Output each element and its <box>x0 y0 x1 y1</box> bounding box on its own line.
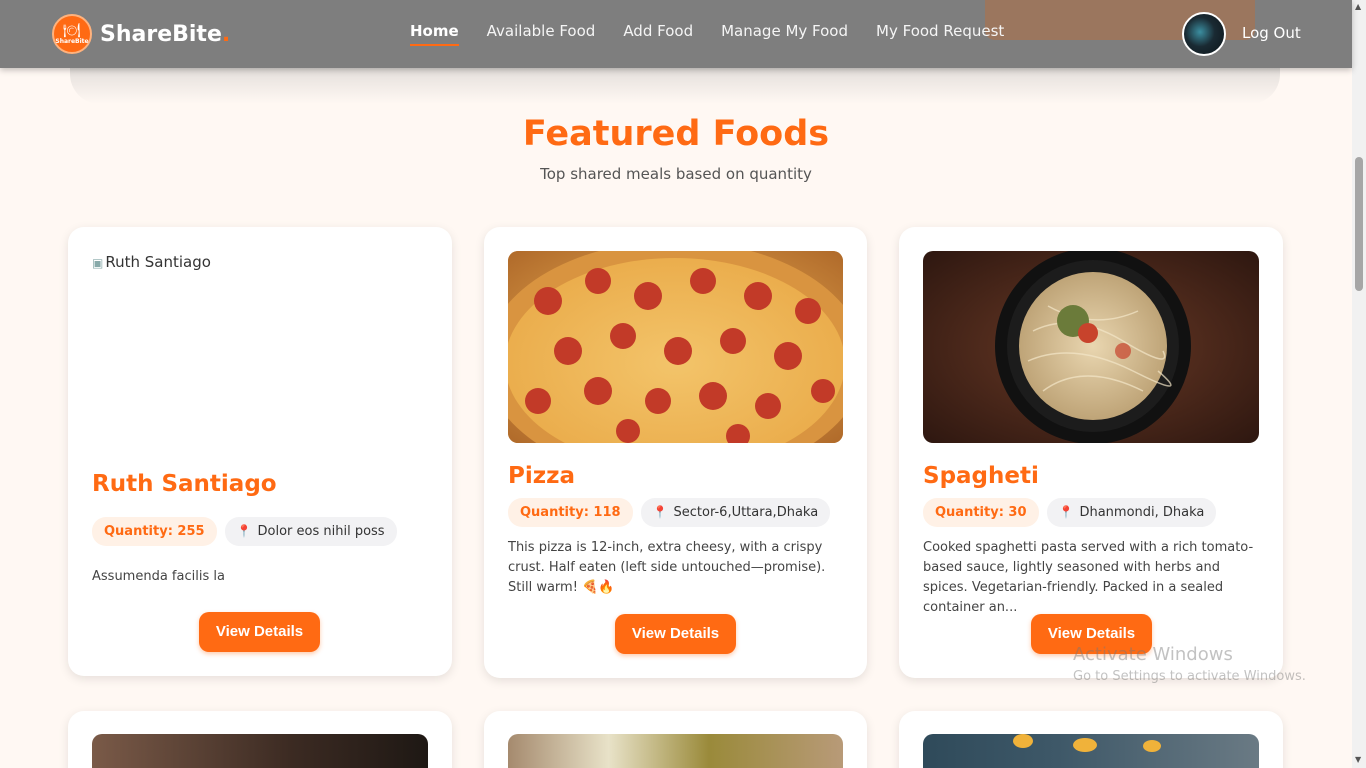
quantity-badge: Quantity: 30 <box>923 498 1039 527</box>
scroll-down-icon[interactable]: ▼ <box>1355 756 1363 764</box>
quantity-badge: Quantity: 255 <box>92 517 217 546</box>
pin-icon: 📍 <box>1058 505 1074 519</box>
card-badges: Quantity: 118 📍 Sector-6,Uttara,Dhaka <box>508 498 831 527</box>
food-image <box>92 734 428 768</box>
nav-add-food[interactable]: Add Food <box>623 22 693 46</box>
food-card: Pizza Quantity: 118 📍 Sector-6,Uttara,Dha… <box>484 227 867 678</box>
food-card: Spagheti Quantity: 30 📍 Dhanmondi, Dhaka … <box>899 227 1283 678</box>
section-title: Featured Foods <box>522 114 830 154</box>
nav-my-food-request[interactable]: My Food Request <box>876 22 1004 46</box>
section-subtitle: Top shared meals based on quantity <box>540 165 812 183</box>
nav-links: Home Available Food Add Food Manage My F… <box>410 22 1032 46</box>
location-text: Sector-6,Uttara,Dhaka <box>673 505 819 520</box>
food-image-spagheti <box>923 251 1259 443</box>
location-text: Dhanmondi, Dhaka <box>1079 505 1205 520</box>
pin-icon: 📍 <box>236 524 252 538</box>
scroll-up-icon[interactable]: ▲ <box>1355 3 1363 11</box>
food-card: ▣ Ruth Santiago Ruth Santiago Quantity: 2… <box>68 227 452 676</box>
food-card <box>68 711 452 768</box>
card-title: Spagheti <box>923 463 1039 489</box>
location-badge: 📍 Dolor eos nihil poss <box>224 517 397 546</box>
image-alt-text: Ruth Santiago <box>105 253 211 271</box>
nav-manage-my-food[interactable]: Manage My Food <box>721 22 848 46</box>
food-image <box>508 734 843 768</box>
location-text: Dolor eos nihil poss <box>257 524 385 539</box>
food-image-pizza <box>508 251 843 443</box>
hero-shadow <box>70 68 1280 104</box>
brand-name: ShareBite <box>100 21 222 47</box>
navbar: 🍽 ShareBite ShareBite . Home Available F… <box>0 0 1352 68</box>
pin-icon: 📍 <box>652 505 668 519</box>
card-description: This pizza is 12-inch, extra cheesy, wit… <box>508 540 826 595</box>
food-card <box>899 711 1283 768</box>
nav-home[interactable]: Home <box>410 22 459 46</box>
logo-text: ShareBite <box>55 37 89 45</box>
brand-logo-icon: 🍽 ShareBite <box>52 14 92 54</box>
logout-button[interactable]: Log Out <box>1242 24 1301 42</box>
brand-dot: . <box>221 21 231 47</box>
card-title: Pizza <box>508 463 576 489</box>
card-badges: Quantity: 30 📍 Dhanmondi, Dhaka <box>923 498 1217 527</box>
card-description: Assumenda facilis la <box>92 569 225 584</box>
user-avatar[interactable] <box>1182 12 1226 56</box>
location-badge: 📍 Dhanmondi, Dhaka <box>1046 498 1217 527</box>
vertical-scrollbar[interactable]: ▲ ▼ <box>1352 0 1366 768</box>
quantity-badge: Quantity: 118 <box>508 498 633 527</box>
activate-windows-subtitle: Go to Settings to activate Windows. <box>1073 669 1306 684</box>
location-badge: 📍 Sector-6,Uttara,Dhaka <box>640 498 831 527</box>
food-card <box>484 711 867 768</box>
broken-image: ▣ Ruth Santiago <box>92 253 211 271</box>
nav-available-food[interactable]: Available Food <box>487 22 596 46</box>
food-image <box>923 734 1259 768</box>
card-title: Ruth Santiago <box>92 471 277 497</box>
broken-image-icon: ▣ <box>92 256 104 270</box>
view-details-button[interactable]: View Details <box>199 612 320 652</box>
card-description: Cooked spaghetti pasta served with a ric… <box>923 540 1254 615</box>
scroll-thumb[interactable] <box>1355 157 1363 291</box>
view-details-button[interactable]: View Details <box>615 614 736 654</box>
activate-windows-title: Activate Windows <box>1073 644 1233 665</box>
brand[interactable]: 🍽 ShareBite ShareBite . <box>52 14 230 54</box>
card-badges: Quantity: 255 📍 Dolor eos nihil poss <box>92 517 397 546</box>
